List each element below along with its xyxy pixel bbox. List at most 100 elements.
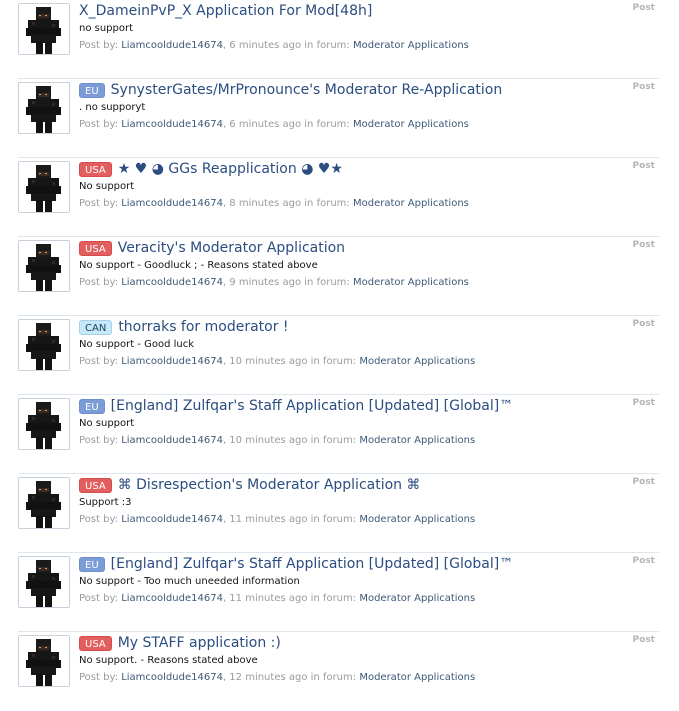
result-title-link[interactable]: [England] Zulfqar's Staff Application [U… xyxy=(111,556,514,572)
result-title-link[interactable]: My STAFF application :) xyxy=(118,635,281,651)
result-meta: Post by: Liamcooldude14674, 10 minutes a… xyxy=(79,355,659,369)
user-avatar[interactable] xyxy=(18,82,70,134)
result-title-link[interactable]: ⌘ Disrespection's Moderator Application … xyxy=(118,477,421,493)
avatar-figure-icon xyxy=(19,557,69,607)
result-meta: Post by: Liamcooldude14674, 11 minutes a… xyxy=(79,592,659,606)
result-title-line: EU SynysterGates/MrPronounce's Moderator… xyxy=(79,80,659,100)
search-result-item: CAN thorraks for moderator ! No support … xyxy=(18,316,659,395)
author-link[interactable]: Liamcooldude14674 xyxy=(121,435,223,446)
search-result-item: USA ⌘ Disrespection's Moderator Applicat… xyxy=(18,474,659,553)
in-forum-label: in forum: xyxy=(310,514,357,525)
avatar-figure-icon xyxy=(19,478,69,528)
user-avatar[interactable] xyxy=(18,161,70,213)
result-title-link[interactable]: thorraks for moderator ! xyxy=(118,319,288,335)
forum-link[interactable]: Moderator Applications xyxy=(359,356,475,367)
result-snippet: Support :3 xyxy=(79,497,132,508)
post-time: 10 minutes ago xyxy=(229,356,308,367)
forum-link[interactable]: Moderator Applications xyxy=(359,672,475,683)
search-result-item: EU [England] Zulfqar's Staff Application… xyxy=(18,395,659,474)
author-link[interactable]: Liamcooldude14674 xyxy=(121,514,223,525)
user-avatar[interactable] xyxy=(18,398,70,450)
result-title-link[interactable]: SynysterGates/MrPronounce's Moderator Re… xyxy=(111,82,503,98)
content-type-label: Post xyxy=(632,319,655,329)
post-time: 10 minutes ago xyxy=(229,435,308,446)
author-link[interactable]: Liamcooldude14674 xyxy=(121,356,223,367)
author-link[interactable]: Liamcooldude14674 xyxy=(121,198,223,209)
result-snippet: no support xyxy=(79,23,134,34)
author-link[interactable]: Liamcooldude14674 xyxy=(121,40,223,51)
result-content: EU [England] Zulfqar's Staff Application… xyxy=(79,396,659,448)
avatar-figure-icon xyxy=(19,162,69,212)
avatar-figure-icon xyxy=(19,241,69,291)
user-avatar[interactable] xyxy=(18,477,70,529)
region-prefix-badge: USA xyxy=(79,161,112,177)
result-content: CAN thorraks for moderator ! No support … xyxy=(79,317,659,369)
result-title-link[interactable]: Veracity's Moderator Application xyxy=(118,240,345,256)
author-link[interactable]: Liamcooldude14674 xyxy=(121,277,223,288)
result-title-link[interactable]: [England] Zulfqar's Staff Application [U… xyxy=(111,398,514,414)
result-title-link[interactable]: ★ ♥ ◕ GGs Reapplication ◕ ♥★ xyxy=(118,161,343,177)
result-content: USA ★ ♥ ◕ GGs Reapplication ◕ ♥★ No supp… xyxy=(79,159,659,211)
post-time: 11 minutes ago xyxy=(229,514,308,525)
user-avatar[interactable] xyxy=(18,556,70,608)
post-by-label: Post by: xyxy=(79,593,119,604)
search-result-item: USA My STAFF application :) No support. … xyxy=(18,632,659,711)
content-type-label: Post xyxy=(632,398,655,408)
in-forum-label: in forum: xyxy=(304,277,350,288)
author-link[interactable]: Liamcooldude14674 xyxy=(121,672,223,683)
result-title-link[interactable]: X_DameinPvP_X Application For Mod[48h] xyxy=(79,3,372,19)
in-forum-label: in forum: xyxy=(310,593,357,604)
forum-link[interactable]: Moderator Applications xyxy=(353,40,469,51)
content-type-label: Post xyxy=(632,477,655,487)
search-result-item: EU SynysterGates/MrPronounce's Moderator… xyxy=(18,79,659,158)
region-prefix-badge: EU xyxy=(79,398,105,414)
result-snippet: No support xyxy=(79,181,135,192)
result-meta: Post by: Liamcooldude14674, 10 minutes a… xyxy=(79,434,659,448)
forum-link[interactable]: Moderator Applications xyxy=(353,277,469,288)
post-by-label: Post by: xyxy=(79,672,119,683)
forum-link[interactable]: Moderator Applications xyxy=(353,198,469,209)
post-time: 8 minutes ago xyxy=(229,198,302,209)
result-title-line: USA Veracity's Moderator Application xyxy=(79,238,659,258)
result-meta: Post by: Liamcooldude14674, 8 minutes ag… xyxy=(79,197,659,211)
region-prefix-badge: USA xyxy=(79,240,112,256)
post-time: 11 minutes ago xyxy=(229,593,308,604)
search-result-item: X_DameinPvP_X Application For Mod[48h] n… xyxy=(18,0,659,79)
result-meta: Post by: Liamcooldude14674, 12 minutes a… xyxy=(79,671,659,685)
result-content: USA ⌘ Disrespection's Moderator Applicat… xyxy=(79,475,659,527)
in-forum-label: in forum: xyxy=(304,119,350,130)
post-by-label: Post by: xyxy=(79,356,119,367)
user-avatar[interactable] xyxy=(18,3,70,55)
region-prefix-badge: CAN xyxy=(79,319,113,335)
post-by-label: Post by: xyxy=(79,119,119,130)
post-by-label: Post by: xyxy=(79,198,119,209)
result-title-line: X_DameinPvP_X Application For Mod[48h] xyxy=(79,1,659,21)
user-avatar[interactable] xyxy=(18,635,70,687)
search-results-list: X_DameinPvP_X Application For Mod[48h] n… xyxy=(0,0,679,708)
forum-link[interactable]: Moderator Applications xyxy=(359,435,475,446)
result-meta: Post by: Liamcooldude14674, 6 minutes ag… xyxy=(79,118,659,132)
result-content: USA My STAFF application :) No support. … xyxy=(79,633,659,685)
author-link[interactable]: Liamcooldude14674 xyxy=(121,119,223,130)
region-prefix-badge: EU xyxy=(79,82,105,98)
user-avatar[interactable] xyxy=(18,240,70,292)
result-content: USA Veracity's Moderator Application No … xyxy=(79,238,659,290)
result-title-line: EU [England] Zulfqar's Staff Application… xyxy=(79,396,659,416)
post-by-label: Post by: xyxy=(79,435,119,446)
in-forum-label: in forum: xyxy=(310,356,357,367)
forum-link[interactable]: Moderator Applications xyxy=(359,514,475,525)
forum-link[interactable]: Moderator Applications xyxy=(359,593,475,604)
user-avatar[interactable] xyxy=(18,319,70,371)
result-snippet: No support. - Reasons stated above xyxy=(79,655,258,666)
result-title-line: CAN thorraks for moderator ! xyxy=(79,317,659,337)
post-time: 12 minutes ago xyxy=(229,672,308,683)
region-prefix-badge: USA xyxy=(79,635,112,651)
content-type-label: Post xyxy=(632,240,655,250)
author-link[interactable]: Liamcooldude14674 xyxy=(121,593,223,604)
result-content: EU [England] Zulfqar's Staff Application… xyxy=(79,554,659,606)
in-forum-label: in forum: xyxy=(310,435,357,446)
forum-link[interactable]: Moderator Applications xyxy=(353,119,469,130)
in-forum-label: in forum: xyxy=(304,40,350,51)
result-snippet: No support - Too much uneeded informatio… xyxy=(79,576,300,587)
region-prefix-badge: EU xyxy=(79,556,105,572)
